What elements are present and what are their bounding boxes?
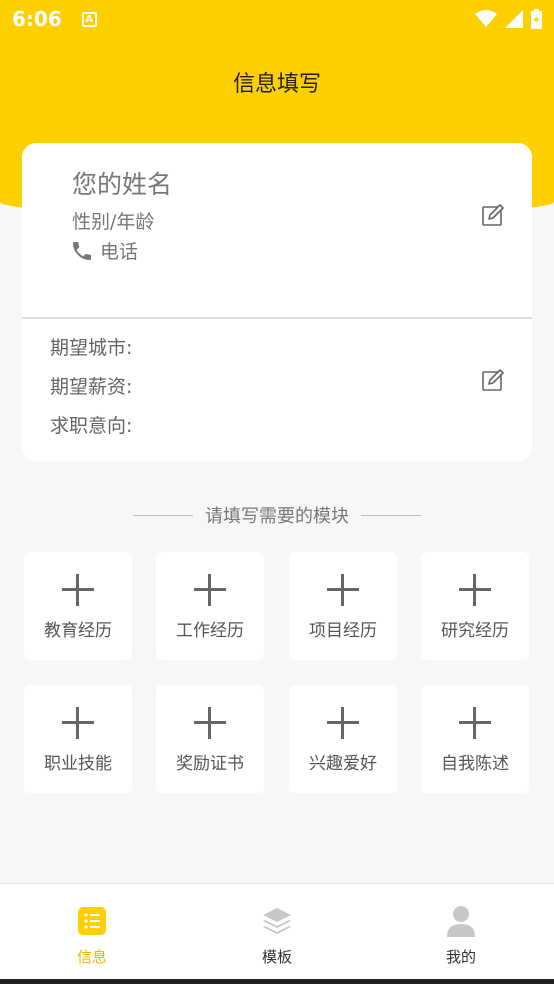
wifi-icon <box>475 10 497 27</box>
resume-info-card: 您的姓名 性别/年龄 电话 期望城市: 期望薪资: 求职意向: <box>22 143 532 461</box>
section-title-text: 请填写需要的模块 <box>205 506 349 527</box>
user-icon <box>447 906 475 937</box>
nav-label: 信息 <box>76 948 107 966</box>
module-research[interactable]: 研究经历 <box>421 552 529 660</box>
job-intent-field[interactable]: 求职意向: <box>50 411 132 438</box>
signal-icon <box>505 10 523 28</box>
status-time: 6:06 <box>12 7 62 31</box>
plus-icon <box>62 707 94 739</box>
expected-salary-field[interactable]: 期望薪资: <box>50 372 132 399</box>
plus-icon <box>194 707 226 739</box>
module-self-statement[interactable]: 自我陈述 <box>421 685 529 793</box>
module-label: 奖励证书 <box>176 754 244 774</box>
module-label: 自我陈述 <box>441 754 509 774</box>
module-awards[interactable]: 奖励证书 <box>156 685 264 793</box>
edit-job-icon[interactable] <box>481 368 505 392</box>
plus-icon <box>459 574 491 606</box>
notification-a-icon: A <box>81 11 97 27</box>
bottom-nav: 信息 模板 我的 <box>0 883 554 979</box>
nav-info[interactable]: 信息 <box>32 884 152 980</box>
module-education[interactable]: 教育经历 <box>24 552 132 660</box>
phone-field[interactable]: 电话 <box>70 237 138 264</box>
plus-icon <box>62 574 94 606</box>
nav-label: 模板 <box>261 948 292 966</box>
nav-label: 我的 <box>445 948 476 966</box>
module-label: 研究经历 <box>441 621 509 641</box>
module-work[interactable]: 工作经历 <box>156 552 264 660</box>
plus-icon <box>459 707 491 739</box>
module-skills[interactable]: 职业技能 <box>24 685 132 793</box>
modules-section-title: 请填写需要的模块 <box>0 502 554 528</box>
edit-profile-icon[interactable] <box>481 203 505 227</box>
title-line-right <box>361 514 421 516</box>
gender-age-field[interactable]: 性别/年龄 <box>72 207 154 234</box>
module-label: 工作经历 <box>176 621 244 641</box>
system-gesture-bar <box>0 979 554 984</box>
module-hobbies[interactable]: 兴趣爱好 <box>289 685 397 793</box>
module-label: 教育经历 <box>44 621 112 641</box>
list-icon <box>78 907 106 935</box>
layers-icon <box>263 908 291 934</box>
phone-icon <box>73 241 91 260</box>
module-label: 项目经历 <box>309 621 377 641</box>
nav-mine[interactable]: 我的 <box>401 884 521 980</box>
plus-icon <box>327 707 359 739</box>
module-project[interactable]: 项目经历 <box>289 552 397 660</box>
expected-city-field[interactable]: 期望城市: <box>50 333 132 360</box>
page-title: 信息填写 <box>232 72 321 97</box>
card-divider <box>22 317 532 319</box>
nav-templates[interactable]: 模板 <box>217 884 337 980</box>
module-label: 兴趣爱好 <box>309 754 377 774</box>
plus-icon <box>194 574 226 606</box>
module-label: 职业技能 <box>44 754 112 774</box>
phone-label: 电话 <box>100 241 139 263</box>
title-line-left <box>133 514 193 516</box>
plus-icon <box>327 574 359 606</box>
battery-icon <box>531 9 542 29</box>
name-field[interactable]: 您的姓名 <box>72 165 172 201</box>
status-bar: 6:06 A <box>0 0 554 38</box>
